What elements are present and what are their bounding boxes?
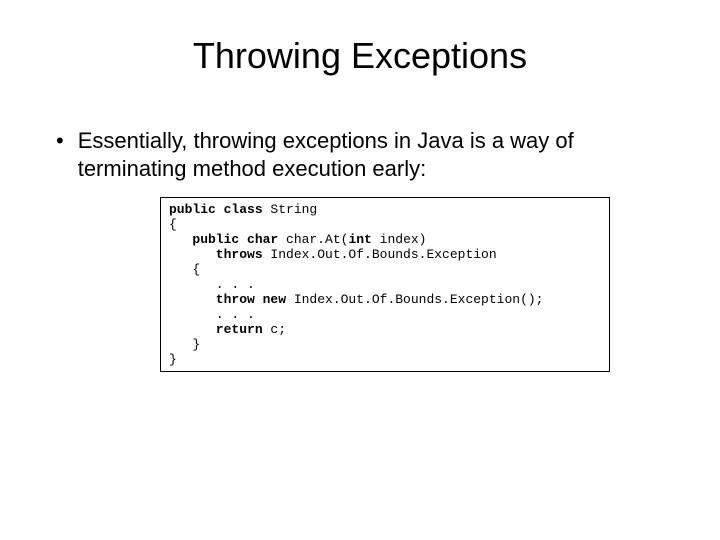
code-text: { — [169, 217, 177, 232]
bullet-text: Essentially, throwing exceptions in Java… — [78, 127, 670, 183]
code-kw: throws — [169, 247, 270, 262]
code-text: . . . — [169, 307, 255, 322]
code-text: Index.Out.Of.Bounds.Exception — [270, 247, 496, 262]
code-text: { — [169, 262, 200, 277]
code-text: . . . — [169, 277, 255, 292]
code-kw: public char — [169, 232, 286, 247]
slide-title: Throwing Exceptions — [50, 35, 670, 77]
bullet-dot-icon: • — [56, 127, 64, 155]
code-kw: throw new — [169, 292, 294, 307]
bullet-item: • Essentially, throwing exceptions in Ja… — [56, 127, 670, 183]
code-block: public class String { public char char.A… — [160, 197, 610, 372]
code-kw: return — [169, 322, 270, 337]
code-text: String — [270, 202, 317, 217]
code-kw: int — [348, 232, 379, 247]
code-kw: public class — [169, 202, 270, 217]
code-text: } — [169, 337, 200, 352]
code-text: char.At( — [286, 232, 348, 247]
code-text: index) — [380, 232, 427, 247]
code-text: Index.Out.Of.Bounds.Exception(); — [294, 292, 544, 307]
slide: Throwing Exceptions • Essentially, throw… — [0, 0, 720, 540]
code-text: } — [169, 352, 177, 367]
code-text: c; — [270, 322, 286, 337]
